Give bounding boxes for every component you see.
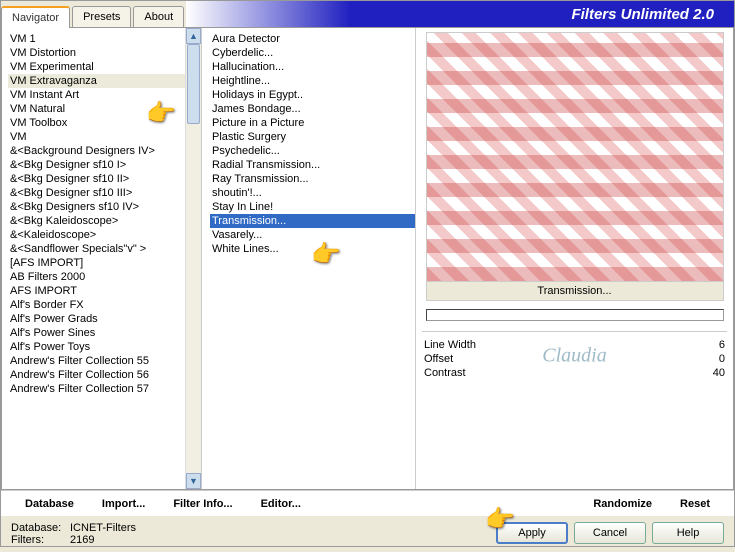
filter-item[interactable]: Heightline... bbox=[210, 74, 415, 88]
category-item[interactable]: &<Background Designers IV> bbox=[8, 144, 201, 158]
category-item[interactable]: Alf's Power Sines bbox=[8, 326, 201, 340]
apply-button[interactable]: Apply bbox=[496, 522, 568, 544]
tab-about[interactable]: About bbox=[133, 6, 184, 27]
progress-bar bbox=[426, 309, 724, 321]
filter-info-button[interactable]: Filter Info... bbox=[159, 496, 246, 512]
category-item[interactable]: VM Experimental bbox=[8, 60, 201, 74]
category-item[interactable]: VM 1 bbox=[8, 32, 201, 46]
category-item[interactable]: VM Extravaganza bbox=[8, 74, 201, 88]
param-name: Contrast bbox=[424, 367, 466, 379]
editor-button[interactable]: Editor... bbox=[247, 496, 315, 512]
param-value: 0 bbox=[719, 353, 725, 365]
filter-item[interactable]: James Bondage... bbox=[210, 102, 415, 116]
category-item[interactable]: Andrew's Filter Collection 57 bbox=[8, 382, 201, 396]
category-item[interactable]: VM Instant Art bbox=[8, 88, 201, 102]
reset-button[interactable]: Reset bbox=[666, 496, 724, 512]
filter-item[interactable]: Hallucination... bbox=[210, 60, 415, 74]
category-item[interactable]: AB Filters 2000 bbox=[8, 270, 201, 284]
tab-navigator[interactable]: Navigator bbox=[1, 6, 70, 28]
filter-item[interactable]: Radial Transmission... bbox=[210, 158, 415, 172]
param-row[interactable]: Contrast 40 bbox=[422, 366, 727, 380]
category-item[interactable]: &<Bkg Designers sf10 IV> bbox=[8, 200, 201, 214]
filter-item[interactable]: Stay In Line! bbox=[210, 200, 415, 214]
db-label: Database: bbox=[11, 522, 66, 534]
import-button[interactable]: Import... bbox=[88, 496, 159, 512]
category-item[interactable]: [AFS IMPORT] bbox=[8, 256, 201, 270]
scroll-up-icon[interactable]: ▲ bbox=[186, 28, 201, 44]
category-item[interactable]: AFS IMPORT bbox=[8, 284, 201, 298]
preview-image bbox=[426, 32, 724, 282]
filter-item[interactable]: Psychedelic... bbox=[210, 144, 415, 158]
database-button[interactable]: Database bbox=[11, 496, 88, 512]
category-item[interactable]: &<Kaleidoscope> bbox=[8, 228, 201, 242]
filter-item[interactable]: Picture in a Picture bbox=[210, 116, 415, 130]
db-value: ICNET-Filters bbox=[70, 522, 136, 534]
help-button[interactable]: Help bbox=[652, 522, 724, 544]
parameters-panel: Line Width6Offset0Contrast40 Claudia bbox=[422, 331, 727, 380]
scroll-down-icon[interactable]: ▼ bbox=[186, 473, 201, 489]
category-item[interactable]: &<Bkg Kaleidoscope> bbox=[8, 214, 201, 228]
scroll-thumb[interactable] bbox=[187, 44, 200, 124]
footer-info: Database: ICNET-Filters Filters: 2169 bbox=[11, 522, 496, 546]
filters-count-label: Filters: bbox=[11, 534, 66, 546]
category-item[interactable]: Alf's Power Grads bbox=[8, 312, 201, 326]
filter-list[interactable]: Aura DetectorCyberdelic...Hallucination.… bbox=[210, 32, 415, 256]
category-item[interactable]: &<Bkg Designer sf10 I> bbox=[8, 158, 201, 172]
category-item[interactable]: Alf's Power Toys bbox=[8, 340, 201, 354]
param-name: Offset bbox=[424, 353, 453, 365]
filter-item[interactable]: Transmission... bbox=[210, 214, 415, 228]
app-title: Filters Unlimited 2.0 bbox=[571, 6, 714, 23]
filter-item[interactable]: Aura Detector bbox=[210, 32, 415, 46]
category-item[interactable]: Andrew's Filter Collection 55 bbox=[8, 354, 201, 368]
category-item[interactable]: &<Sandflower Specials"v" > bbox=[8, 242, 201, 256]
filter-item[interactable]: White Lines... bbox=[210, 242, 415, 256]
preview-label: Transmission... bbox=[426, 282, 724, 301]
cancel-button[interactable]: Cancel bbox=[574, 522, 646, 544]
category-item[interactable]: VM bbox=[8, 130, 201, 144]
category-item[interactable]: VM Natural bbox=[8, 102, 201, 116]
category-item[interactable]: Alf's Border FX bbox=[8, 298, 201, 312]
param-row[interactable]: Line Width 6 bbox=[422, 338, 727, 352]
category-item[interactable]: Andrew's Filter Collection 56 bbox=[8, 368, 201, 382]
filter-item[interactable]: Cyberdelic... bbox=[210, 46, 415, 60]
tab-presets[interactable]: Presets bbox=[72, 6, 131, 27]
category-item[interactable]: VM Distortion bbox=[8, 46, 201, 60]
category-scrollbar[interactable]: ▲ ▼ bbox=[185, 28, 201, 489]
randomize-button[interactable]: Randomize bbox=[579, 496, 666, 512]
category-item[interactable]: &<Bkg Designer sf10 II> bbox=[8, 172, 201, 186]
filter-item[interactable]: Holidays in Egypt.. bbox=[210, 88, 415, 102]
category-item[interactable]: VM Toolbox bbox=[8, 116, 201, 130]
filters-count-value: 2169 bbox=[70, 534, 94, 546]
category-list[interactable]: VM 1VM DistortionVM ExperimentalVM Extra… bbox=[8, 32, 201, 472]
param-name: Line Width bbox=[424, 339, 476, 351]
brand-bar: Filters Unlimited 2.0 bbox=[186, 1, 734, 27]
filter-item[interactable]: Vasarely... bbox=[210, 228, 415, 242]
param-row[interactable]: Offset 0 bbox=[422, 352, 727, 366]
filter-item[interactable]: shoutin'!... bbox=[210, 186, 415, 200]
category-item[interactable]: &<Bkg Designer sf10 III> bbox=[8, 186, 201, 200]
param-value: 6 bbox=[719, 339, 725, 351]
filter-item[interactable]: Plastic Surgery bbox=[210, 130, 415, 144]
filter-item[interactable]: Ray Transmission... bbox=[210, 172, 415, 186]
param-value: 40 bbox=[713, 367, 725, 379]
